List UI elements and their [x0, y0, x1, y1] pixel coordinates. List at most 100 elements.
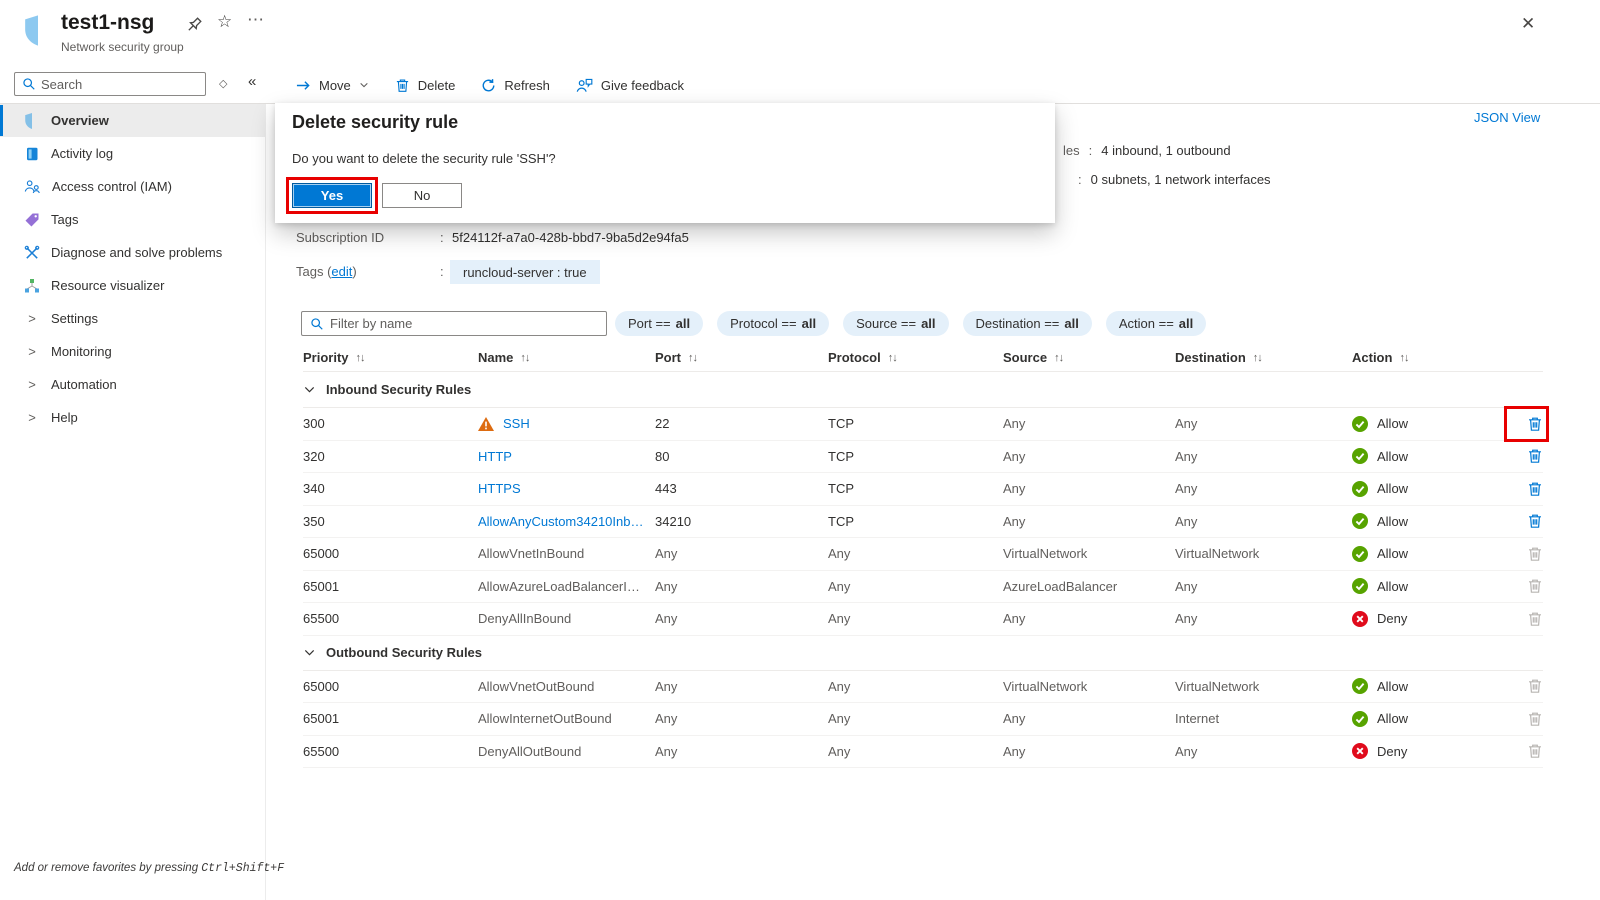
rule-source: Any [1003, 481, 1175, 496]
column-label: Name [478, 350, 513, 365]
delete-rule-icon-disabled [1527, 711, 1543, 727]
dialog-message: Do you want to delete the security rule … [292, 151, 556, 166]
hint-shortcut: Ctrl+Shift+F [201, 862, 284, 875]
sidebar-item-tags[interactable]: Tags [0, 203, 265, 236]
delete-button[interactable]: Delete [395, 78, 456, 93]
chevron-down-icon [303, 646, 316, 659]
chevron-right-icon: > [24, 311, 40, 326]
column-header-priority[interactable]: Priority ↑↓ [303, 350, 478, 365]
sidebar-search-input[interactable] [41, 73, 201, 95]
give-feedback-button[interactable]: Give feedback [576, 78, 684, 93]
rule-destination: Internet [1175, 711, 1352, 726]
security-rules-summary: les : 4 inbound, 1 outbound [1063, 143, 1231, 158]
tags-edit-link[interactable]: edit [331, 264, 352, 279]
rule-protocol: TCP [828, 449, 1003, 464]
collapse-sidebar-icon[interactable]: « [248, 73, 256, 90]
chevron-down-icon [359, 80, 369, 90]
column-header-source[interactable]: Source ↑↓ [1003, 350, 1175, 365]
table-row-custom34210: 350 AllowAnyCustom34210Inb… 34210 TCP An… [303, 506, 1543, 539]
pin-icon[interactable] [185, 16, 203, 34]
filter-pill-destination[interactable]: Destination == all [963, 311, 1092, 336]
pill-value: all [1064, 316, 1078, 331]
delete-rule-icon-disabled [1527, 743, 1543, 759]
rule-name-cell: AllowAnyCustom34210Inb… [478, 514, 655, 529]
sidebar-item-access-control[interactable]: Access control (IAM) [0, 170, 265, 203]
rule-source: Any [1003, 711, 1175, 726]
yes-button[interactable]: Yes [292, 183, 372, 208]
rule-protocol: Any [828, 679, 1003, 694]
filter-pill-source[interactable]: Source == all [843, 311, 948, 336]
colon: : [1089, 143, 1093, 158]
favorite-star-icon[interactable]: ☆ [217, 12, 232, 32]
rule-action-cell: Allow [1352, 448, 1527, 464]
rule-name-link[interactable]: HTTPS [478, 481, 521, 496]
filter-by-name-input[interactable] [330, 312, 602, 335]
column-header-port[interactable]: Port ↑↓ [655, 350, 828, 365]
rule-name-link[interactable]: HTTP [478, 449, 512, 464]
refresh-button[interactable]: Refresh [481, 78, 550, 93]
sidebar-group-monitoring[interactable]: > Monitoring [0, 335, 265, 368]
column-header-protocol[interactable]: Protocol ↑↓ [828, 350, 1003, 365]
refresh-label: Refresh [504, 78, 550, 93]
rule-protocol: Any [828, 611, 1003, 626]
rule-name: AllowInternetOutBound [478, 711, 612, 726]
filter-pill-protocol[interactable]: Protocol == all [717, 311, 829, 336]
sidebar-item-label: Settings [51, 311, 98, 326]
tags-label-suffix: ) [352, 264, 356, 279]
sidebar-group-automation[interactable]: > Automation [0, 368, 265, 401]
sidebar-group-help[interactable]: > Help [0, 401, 265, 434]
deny-icon [1352, 743, 1368, 759]
rule-name: AllowVnetInBound [478, 546, 584, 561]
filter-pill-action[interactable]: Action == all [1106, 311, 1206, 336]
action-label: Allow [1377, 481, 1408, 496]
delete-rule-icon[interactable] [1527, 481, 1543, 497]
column-header-name[interactable]: Name ↑↓ [478, 350, 655, 365]
column-header-destination[interactable]: Destination ↑↓ [1175, 350, 1352, 365]
sidebar-item-activity-log[interactable]: Activity log [0, 137, 265, 170]
inbound-section-header[interactable]: Inbound Security Rules [303, 372, 1543, 408]
table-row-denyallinbound: 65500 DenyAllInBound Any Any Any Any Den… [303, 603, 1543, 636]
column-header-action[interactable]: Action ↑↓ [1352, 350, 1527, 365]
diamond-icon[interactable]: ◇ [219, 77, 227, 90]
search-icon [310, 317, 324, 331]
tag-icon [24, 212, 40, 228]
delete-rule-icon[interactable] [1527, 448, 1543, 464]
rule-protocol: TCP [828, 481, 1003, 496]
no-button[interactable]: No [382, 183, 462, 208]
subscription-id-value: 5f24112f-a7a0-428b-bbd7-9ba5d2e94fa5 [452, 230, 689, 245]
pill-label: Destination == [976, 316, 1060, 331]
filter-pill-port[interactable]: Port == all [615, 311, 703, 336]
delete-rule-icon[interactable] [1527, 416, 1543, 432]
delete-rule-icon[interactable] [1527, 513, 1543, 529]
sidebar-item-diagnose[interactable]: Diagnose and solve problems [0, 236, 265, 269]
filter-pills: Port == all Protocol == all Source == al… [615, 311, 1206, 336]
row-delete-cell [1527, 711, 1543, 727]
feedback-label: Give feedback [601, 78, 684, 93]
more-options-icon[interactable]: ⋯ [247, 10, 265, 30]
outbound-section-header[interactable]: Outbound Security Rules [303, 636, 1543, 671]
json-view-link[interactable]: JSON View [1474, 110, 1540, 125]
rule-name-cell: AllowAzureLoadBalancerI… [478, 579, 655, 594]
rule-name-cell: DenyAllOutBound [478, 744, 655, 759]
sidebar-item-overview[interactable]: Overview [0, 104, 265, 137]
allow-icon [1352, 448, 1368, 464]
rule-destination: Any [1175, 514, 1352, 529]
action-label: Allow [1377, 514, 1408, 529]
action-label: Allow [1377, 711, 1408, 726]
azure-portal-nsg-page: { "colors": { "accent": "#0078d4", "allo… [0, 0, 1600, 900]
sidebar-item-resource-visualizer[interactable]: Resource visualizer [0, 269, 265, 302]
close-icon[interactable]: ✕ [1521, 14, 1535, 34]
diagnose-tools-icon [24, 245, 40, 261]
rule-name-link[interactable]: AllowAnyCustom34210Inb… [478, 514, 643, 529]
rule-protocol: TCP [828, 514, 1003, 529]
rule-name-link[interactable]: SSH [503, 416, 530, 431]
pill-value: all [676, 316, 690, 331]
move-label: Move [319, 78, 351, 93]
rule-destination: VirtualNetwork [1175, 546, 1352, 561]
sidebar-group-settings[interactable]: > Settings [0, 302, 265, 335]
tag-value-pill[interactable]: runcloud-server : true [450, 260, 600, 284]
move-button[interactable]: Move [296, 78, 369, 93]
row-delete-cell [1527, 481, 1543, 497]
rule-priority: 65000 [303, 679, 478, 694]
sort-icon: ↑↓ [520, 352, 529, 364]
